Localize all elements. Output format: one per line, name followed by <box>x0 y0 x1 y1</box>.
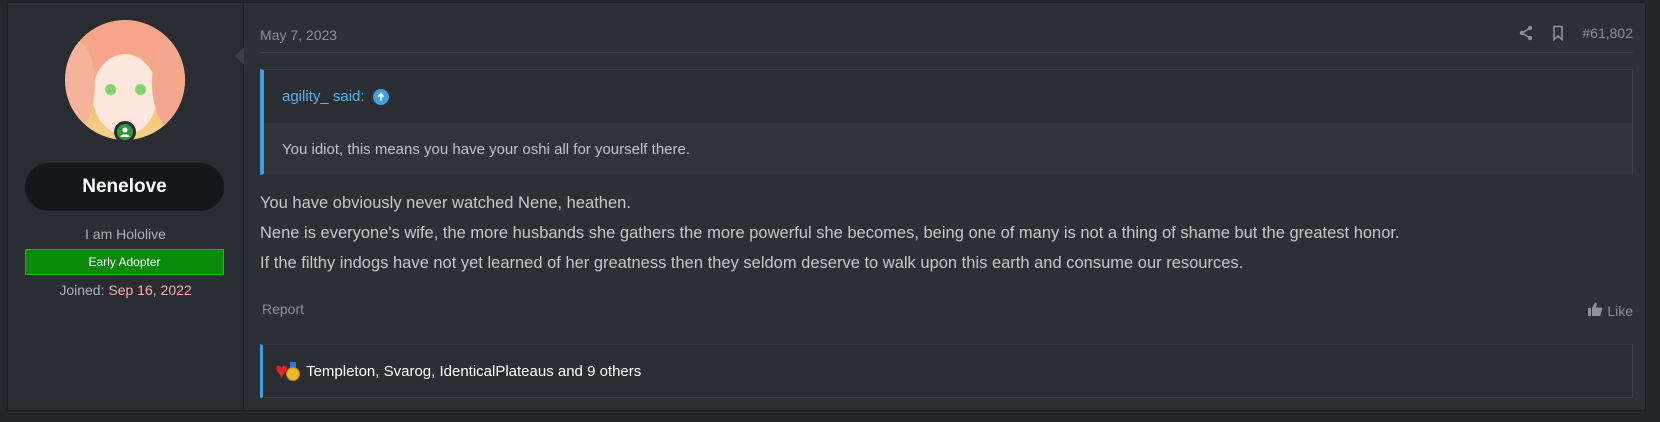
post-tools: #61,802 <box>1518 25 1633 41</box>
message-body: You have obviously never watched Nene, h… <box>260 188 1400 278</box>
avatar-hair-left <box>65 40 95 130</box>
like-button[interactable]: Like <box>1587 301 1633 320</box>
quote-author[interactable]: agility_ said: <box>282 88 365 105</box>
user-sidebar: Nenelove I am Hololive Early Adopter Joi… <box>8 3 244 410</box>
post-header: May 7, 2023 #61,802 <box>260 23 1633 53</box>
quote-block: agility_ said: You idiot, this means you… <box>260 69 1633 175</box>
like-label: Like <box>1607 302 1633 319</box>
thumbs-up-icon <box>1587 301 1603 320</box>
post-main: May 7, 2023 #61,802 agility_ said: You i… <box>260 3 1633 410</box>
joined-date: Sep 16, 2022 <box>108 282 192 298</box>
user-banner: Early Adopter <box>25 249 224 275</box>
arrow-up-circle-icon[interactable] <box>372 88 389 105</box>
username[interactable]: Nenelove <box>25 163 224 211</box>
share-icon[interactable] <box>1518 25 1534 41</box>
quote-text: You idiot, this means you have your oshi… <box>264 123 1632 175</box>
post-date[interactable]: May 7, 2023 <box>260 27 337 43</box>
reaction-icons: ♥ <box>275 360 301 382</box>
post-number[interactable]: #61,802 <box>1582 25 1633 41</box>
message-line: Nene is everyone's wife, the more husban… <box>260 224 1400 242</box>
message-line: If the filthy indogs have not yet learne… <box>260 254 1244 272</box>
user-title: I am Hololive <box>85 226 166 242</box>
post-arrow <box>235 47 244 65</box>
message-post: Nenelove I am Hololive Early Adopter Joi… <box>7 2 1646 411</box>
joined-label: Joined: <box>59 282 105 298</box>
report-link[interactable]: Report <box>262 301 304 317</box>
quote-header: agility_ said: <box>264 70 1632 123</box>
avatar-hair-right <box>152 35 185 130</box>
reactions-bar[interactable]: ♥ Templeton, Svarog, IdenticalPlateaus a… <box>260 344 1633 398</box>
medal-icon <box>286 362 301 381</box>
reactions-list[interactable]: Templeton, Svarog, IdenticalPlateaus and… <box>306 363 641 380</box>
online-user-icon <box>114 121 136 143</box>
message-line: You have obviously never watched Nene, h… <box>260 194 631 212</box>
bookmark-icon[interactable] <box>1550 25 1566 41</box>
joined-info: Joined: Sep 16, 2022 <box>8 282 243 298</box>
